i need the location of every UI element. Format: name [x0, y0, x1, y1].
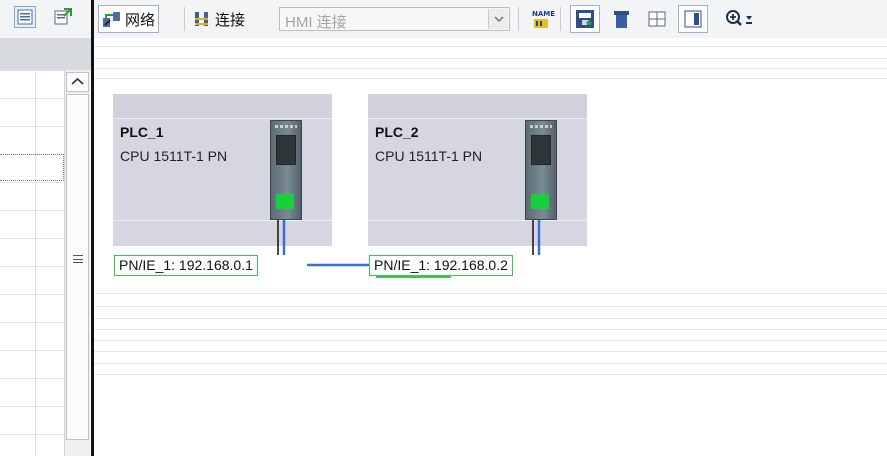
overview-toggle-button[interactable] — [570, 5, 600, 33]
left-scrollbar[interactable] — [64, 70, 90, 456]
scroll-thumb[interactable] — [66, 94, 89, 440]
subnet-wiring — [277, 220, 541, 278]
network-view-toolbar: 网络 连接 HMI 连接 NAME — [94, 0, 887, 38]
project-tree-panel — [0, 0, 92, 456]
connections-icon — [195, 12, 208, 26]
connection-type-select[interactable]: HMI 连接 — [279, 7, 510, 31]
chevron-down-icon[interactable] — [488, 9, 508, 29]
interface-label-plc-1[interactable]: PN/IE_1: 192.168.0.1 — [114, 255, 258, 276]
connection-type-value: HMI 连接 — [285, 14, 347, 31]
chevron-up-icon — [71, 77, 84, 85]
module-view-button[interactable] — [606, 5, 636, 33]
grid-view-button[interactable] — [642, 5, 672, 33]
zoom-button[interactable] — [720, 5, 762, 33]
svg-text:NAME: NAME — [532, 10, 555, 18]
network-mode-button[interactable]: 网络 — [98, 5, 160, 33]
connections-mode-button[interactable]: 连接 — [188, 5, 249, 33]
left-toolbar — [0, 0, 92, 38]
left-panel-header — [0, 38, 92, 70]
grip-icon — [73, 255, 83, 263]
table-icon — [684, 10, 702, 28]
table-view-button[interactable] — [678, 5, 708, 33]
scroll-up-button[interactable] — [66, 72, 89, 92]
left-panel-table — [0, 70, 64, 456]
selected-table-row[interactable] — [0, 154, 64, 181]
list-view-icon[interactable] — [14, 6, 36, 28]
name-tag-icon: NAME — [532, 10, 555, 28]
module-icon — [614, 11, 629, 28]
interface-label-plc-2[interactable]: PN/IE_1: 192.168.0.2 — [369, 255, 513, 276]
export-icon[interactable] — [52, 6, 74, 28]
show-names-button[interactable]: NAME — [526, 5, 560, 33]
network-label: 网络 — [125, 11, 156, 29]
overview-icon — [576, 10, 594, 28]
network-icon — [103, 12, 120, 27]
grid-icon — [648, 11, 666, 27]
network-canvas[interactable]: PLC_1 CPU 1511T-1 PN PLC_2 CPU 1511T-1 P… — [94, 38, 887, 456]
connections-label: 连接 — [215, 11, 246, 29]
zoom-icon — [726, 10, 752, 26]
